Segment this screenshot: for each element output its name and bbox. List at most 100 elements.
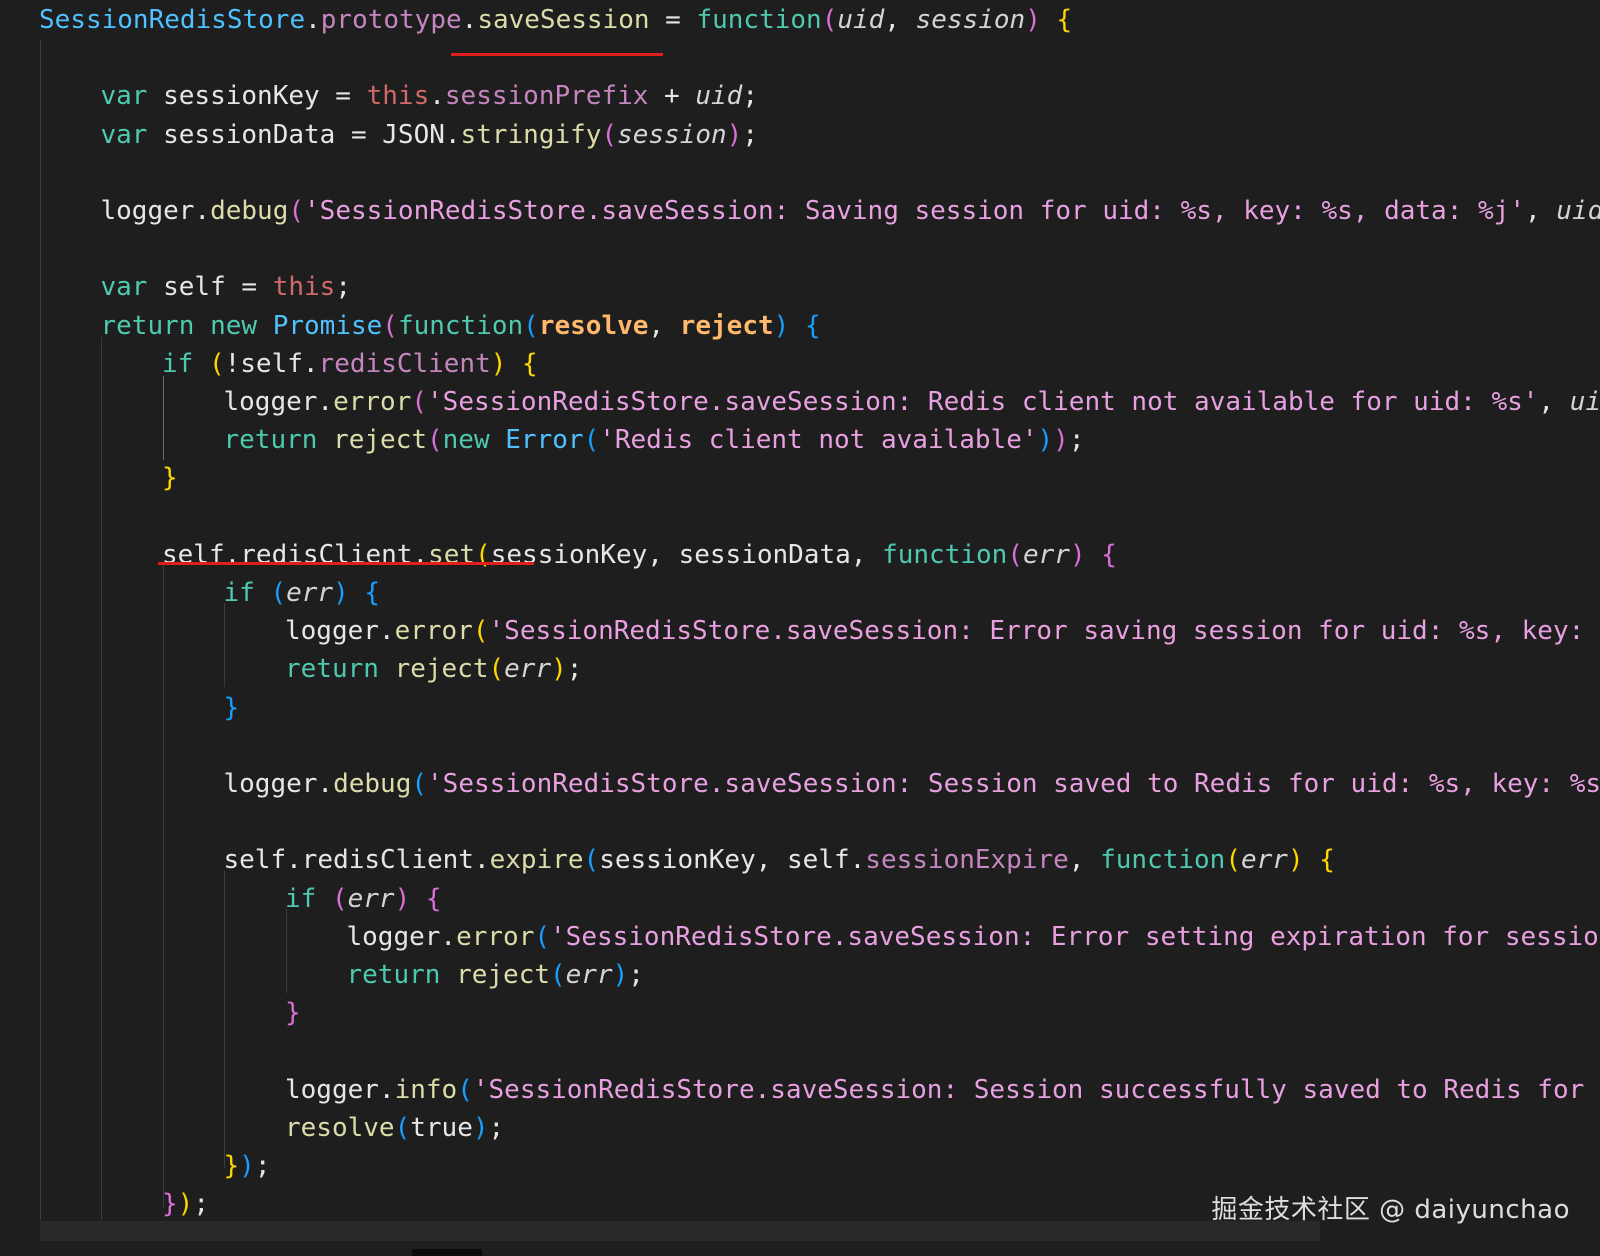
code-token: ; [628, 960, 644, 990]
code-line[interactable]: SessionRedisStore.prototype.saveSession … [39, 0, 1072, 40]
code-token: ) [239, 1151, 255, 1181]
code-token: err [347, 883, 395, 914]
highlight-underline-savesession [451, 53, 663, 56]
code-line[interactable]: } [224, 688, 240, 728]
code-token: ; [742, 119, 758, 150]
code-line[interactable]: var sessionKey = this.sessionPrefix + ui… [101, 76, 759, 116]
code-token: ) [1069, 539, 1086, 570]
code-token: prototype [320, 5, 462, 35]
code-line[interactable]: logger.debug('SessionRedisStore.saveSess… [101, 191, 1600, 231]
code-token: reject [679, 310, 774, 341]
code-token: ) [1053, 425, 1069, 456]
code-token: , [648, 310, 680, 341]
code-line[interactable]: var self = this; [101, 267, 351, 307]
code-token: uid [837, 5, 885, 35]
code-line[interactable]: self.redisClient.set(sessionKey, session… [162, 535, 1117, 575]
code-token: session [617, 119, 727, 150]
code-line[interactable]: logger.error('SessionRedisStore.saveSess… [347, 917, 1599, 957]
code-token: , [1068, 845, 1101, 876]
indent-guide [163, 376, 164, 460]
code-line[interactable]: }); [224, 1146, 271, 1186]
code-token: . [461, 5, 478, 35]
code-line[interactable]: } [285, 993, 301, 1033]
code-token: ; [488, 1112, 505, 1143]
code-token: 'SessionRedisStore.saveSession: Error sa… [488, 616, 1600, 647]
code-token: err [1022, 539, 1070, 570]
code-editor[interactable]: SessionRedisStore.prototype.saveSession … [0, 0, 1600, 1256]
code-line[interactable]: return reject(new Error('Redis client no… [224, 420, 1085, 460]
code-token: ) [726, 119, 743, 150]
code-token: !self. [224, 348, 319, 379]
code-line[interactable]: } [162, 458, 178, 498]
watermark: 掘金技术社区 @ daiyunchao [1211, 1195, 1570, 1225]
code-line[interactable]: logger.error('SessionRedisStore.saveSess… [285, 611, 1600, 651]
code-line[interactable]: var sessionData = JSON.stringify(session… [101, 115, 758, 155]
code-token: function [696, 5, 822, 35]
code-line[interactable]: self.redisClient.expire(sessionKey, self… [224, 840, 1335, 880]
code-line[interactable]: logger.error('SessionRedisStore.saveSess… [224, 382, 1600, 422]
code-token: { [348, 578, 381, 608]
code-token: } [223, 692, 240, 723]
code-token: 'SessionRedisStore.saveSession: Redis cl… [427, 387, 1539, 417]
code-token: ( [394, 1112, 411, 1143]
code-token: expire [489, 845, 584, 876]
code-token: ( [1225, 845, 1241, 876]
code-line[interactable]: logger.info('SessionRedisStore.saveSessi… [285, 1070, 1584, 1110]
code-line[interactable]: return new Promise(function(resolve, rej… [101, 306, 821, 346]
code-token: Promise [272, 310, 383, 341]
indent-guide [286, 909, 287, 993]
code-token: this [366, 81, 430, 112]
code-token: var [100, 119, 148, 150]
code-token: ) [773, 310, 790, 341]
code-token: err [286, 578, 334, 608]
code-token: ( [331, 883, 348, 914]
code-token: redisClient [318, 348, 491, 379]
code-token: set [428, 539, 476, 570]
code-token: debug [210, 196, 289, 226]
code-token: this [272, 272, 336, 303]
code-token: ( [208, 348, 225, 379]
code-token: var [100, 272, 148, 303]
code-token: ( [457, 1074, 473, 1105]
code-line[interactable]: return reject(err); [285, 649, 582, 689]
code-token: new [442, 425, 490, 456]
code-token: ( [1007, 539, 1023, 570]
code-token: { [1085, 539, 1117, 570]
code-token: } [285, 998, 301, 1029]
code-line[interactable]: resolve(true); [285, 1108, 504, 1148]
highlight-underline-redisclient-set [158, 562, 534, 565]
code-token: debug [333, 769, 412, 799]
code-token: 'SessionRedisStore.saveSession: Error se… [550, 921, 1599, 952]
code-token: ; [566, 654, 583, 685]
code-token: ( [488, 654, 505, 685]
code-line[interactable]: logger.debug('SessionRedisStore.saveSess… [224, 764, 1600, 804]
code-token: logger. [223, 769, 334, 799]
code-line[interactable]: }); [162, 1184, 209, 1224]
code-token: Error [505, 425, 584, 456]
code-token: err [1241, 845, 1288, 876]
scrollbar-thumb[interactable] [412, 1249, 482, 1256]
code-token: + [648, 81, 696, 112]
code-token: ( [475, 539, 491, 570]
code-token: ( [583, 425, 600, 456]
code-token: ( [382, 310, 398, 341]
code-token: return [285, 654, 379, 685]
code-line[interactable]: if (err) { [285, 879, 442, 919]
code-token: self.redisClient. [223, 845, 490, 876]
code-token: logger. [285, 616, 395, 647]
code-token: , [884, 5, 916, 35]
code-token: resolve [538, 310, 649, 341]
code-token: reject [456, 960, 550, 990]
code-token: return [346, 960, 441, 990]
code-token: ( [821, 5, 838, 35]
horizontal-scrollbar[interactable] [40, 1221, 1320, 1241]
code-line[interactable]: if (err) { [224, 573, 381, 613]
code-line[interactable]: if (!self.redisClient) { [162, 344, 538, 384]
code-token: sessionData = JSON. [147, 119, 461, 150]
code-line[interactable]: return reject(err); [347, 955, 644, 995]
code-token: } [223, 1151, 240, 1181]
